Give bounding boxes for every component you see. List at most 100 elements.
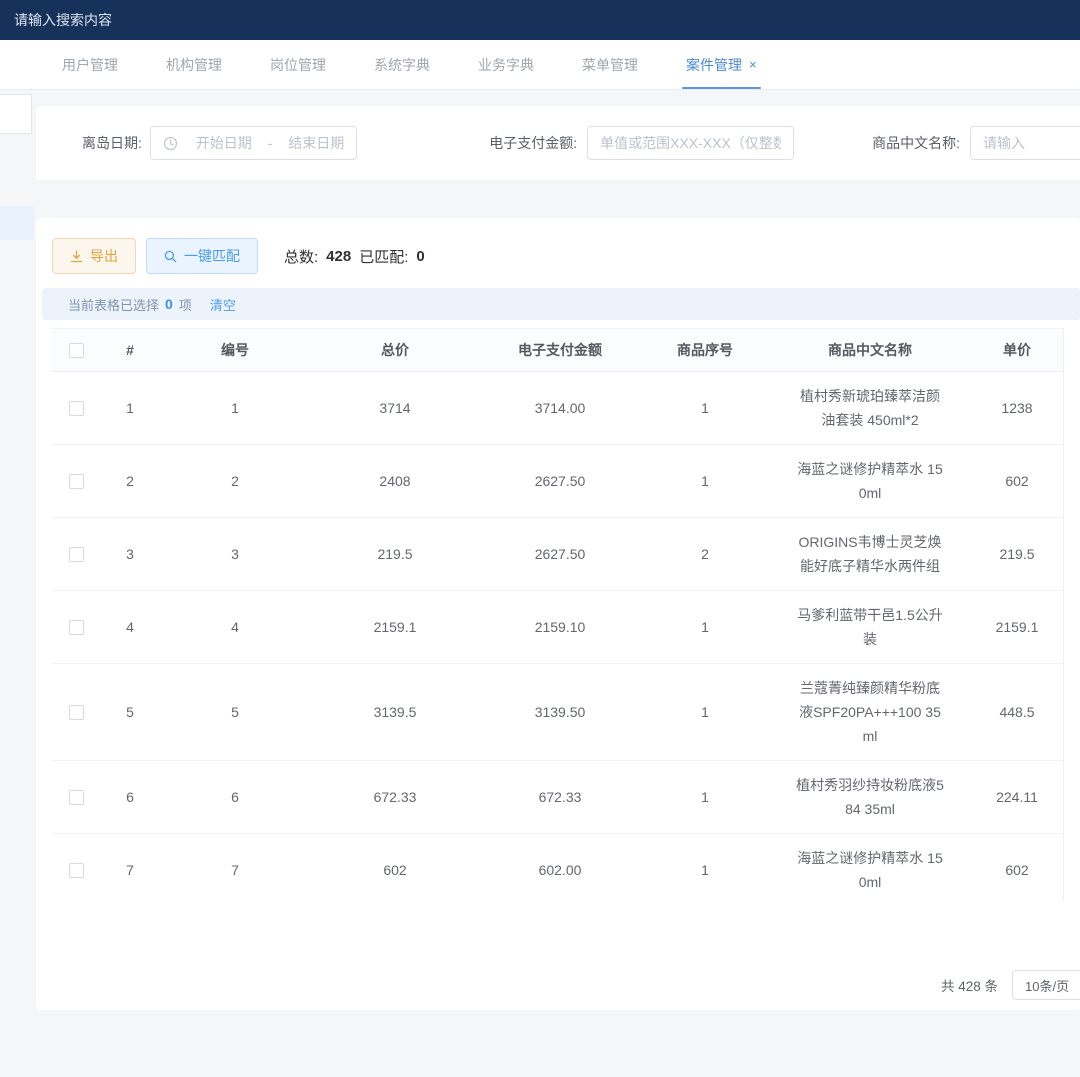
one-click-match-button[interactable]: 一键匹配 [146, 238, 258, 274]
cell-product-name: 植村秀新琥珀臻萃洁颜油套装 450ml*2 [770, 372, 970, 444]
matched-value: 0 [416, 248, 424, 265]
toolbar: 导出 一键匹配 总数:428 已匹配:0 [52, 238, 425, 274]
cell-product-seq: 1 [640, 789, 770, 805]
tab-7[interactable]: 案件管理 × [662, 40, 781, 89]
filter-panel: 离岛日期: 开始日期 - 结束日期 电子支付金额: 商品中文名称: [36, 106, 1080, 180]
app-window: 用户管理 机构管理 岗位管理 系统字典 业务字典 菜单管理 案件管理 × 离岛日… [0, 0, 1080, 1077]
export-button-label: 导出 [90, 246, 118, 266]
cell-index: 1 [100, 400, 160, 416]
tab-label: 岗位管理 [270, 55, 326, 75]
data-table: #编号总价电子支付金额商品序号商品中文名称单价 1 1 3714 3714.00… [52, 328, 1064, 901]
row-checkbox[interactable] [69, 863, 84, 878]
tab-1[interactable]: 用户管理 [38, 40, 142, 89]
cell-epayment-amount: 2627.50 [480, 473, 640, 489]
row-checkbox[interactable] [69, 474, 84, 489]
global-search-input[interactable] [14, 12, 314, 28]
row-checkbox[interactable] [69, 790, 84, 805]
tab-3[interactable]: 岗位管理 [246, 40, 350, 89]
cell-epayment-amount: 2627.50 [480, 546, 640, 562]
cell-code: 6 [160, 789, 310, 805]
selection-info-bar: 当前表格已选择 0 项 清空 [42, 288, 1080, 320]
table-row[interactable]: 3 3 219.5 2627.50 2 ORIGINS韦博士灵芝焕能好底子精华水… [52, 518, 1063, 591]
cell-unit-price: 224.11 [970, 789, 1064, 805]
table-row[interactable]: 6 6 672.33 672.33 1 植村秀羽纱持妆粉底液584 35ml 2… [52, 761, 1063, 834]
cell-epayment-amount: 672.33 [480, 789, 640, 805]
cell-total-price: 672.33 [310, 789, 480, 805]
cell-code: 5 [160, 704, 310, 720]
row-checkbox[interactable] [69, 401, 84, 416]
cell-product-seq: 1 [640, 704, 770, 720]
table-row[interactable]: 4 4 2159.1 2159.10 1 马爹利蓝带干邑1.5公升装 2159.… [52, 591, 1063, 664]
cell-index: 3 [100, 546, 160, 562]
tab-4[interactable]: 系统字典 [350, 40, 454, 89]
cell-total-price: 219.5 [310, 546, 480, 562]
start-date-placeholder[interactable]: 开始日期 [184, 133, 264, 153]
payment-filter-label: 电子支付金额: [489, 133, 577, 153]
cell-epayment-amount: 3714.00 [480, 400, 640, 416]
cell-total-price: 3714 [310, 400, 480, 416]
column-header: # [100, 342, 160, 358]
cell-product-name: 兰蔻菁纯臻颜精华粉底液SPF20PA+++100 35ml [770, 664, 970, 760]
cell-index: 7 [100, 862, 160, 878]
date-range-separator: - [264, 135, 277, 151]
tab-bar: 用户管理 机构管理 岗位管理 系统字典 业务字典 菜单管理 案件管理 × [0, 40, 1080, 90]
tab-2[interactable]: 机构管理 [142, 40, 246, 89]
tab-5[interactable]: 业务字典 [454, 40, 558, 89]
tab-label: 案件管理 [686, 55, 742, 75]
cell-epayment-amount: 602.00 [480, 862, 640, 878]
tab-6[interactable]: 菜单管理 [558, 40, 662, 89]
total-label: 总数: [284, 246, 318, 267]
column-header: 商品序号 [640, 340, 770, 360]
cell-product-seq: 1 [640, 400, 770, 416]
cell-unit-price: 219.5 [970, 546, 1064, 562]
cell-product-name: ORIGINS韦博士灵芝焕能好底子精华水两件组 [770, 518, 970, 590]
search-icon [164, 250, 177, 263]
pagination: 共 428 条 10条/页 [941, 970, 1080, 1000]
case-table-panel: 导出 一键匹配 总数:428 已匹配:0 当前表格已选择 0 项 清空 [36, 218, 1080, 1010]
cell-index: 5 [100, 704, 160, 720]
match-button-label: 一键匹配 [184, 246, 240, 266]
cell-code: 4 [160, 619, 310, 635]
cell-product-seq: 1 [640, 862, 770, 878]
cell-total-price: 3139.5 [310, 704, 480, 720]
date-filter-label: 离岛日期: [82, 133, 142, 153]
table-row[interactable]: 2 2 2408 2627.50 1 海蓝之谜修护精萃水 150ml 602 [52, 445, 1063, 518]
pagination-total: 共 428 条 [941, 975, 998, 995]
end-date-placeholder[interactable]: 结束日期 [276, 133, 356, 153]
select-all-checkbox[interactable] [69, 343, 84, 358]
table-body: 1 1 3714 3714.00 1 植村秀新琥珀臻萃洁颜油套装 450ml*2… [52, 372, 1063, 901]
cell-product-name: 植村秀羽纱持妆粉底液584 35ml [770, 761, 970, 833]
cell-product-name: 海蓝之谜修护精萃水 150ml [770, 445, 970, 517]
product-name-input[interactable] [970, 126, 1080, 160]
table-row[interactable]: 5 5 3139.5 3139.50 1 兰蔻菁纯臻颜精华粉底液SPF20PA+… [52, 664, 1063, 761]
table-row[interactable]: 7 7 602 602.00 1 海蓝之谜修护精萃水 150ml 602 [52, 834, 1063, 901]
payment-amount-input[interactable] [587, 126, 794, 160]
stats-summary: 总数:428 已匹配:0 [284, 246, 425, 267]
cell-index: 6 [100, 789, 160, 805]
cell-unit-price: 448.5 [970, 704, 1064, 720]
tab-label: 业务字典 [478, 55, 534, 75]
cell-unit-price: 602 [970, 862, 1064, 878]
cell-product-seq: 1 [640, 619, 770, 635]
tab-label: 系统字典 [374, 55, 430, 75]
table-header-row: #编号总价电子支付金额商品序号商品中文名称单价 [52, 328, 1063, 372]
row-checkbox[interactable] [69, 705, 84, 720]
download-icon [70, 250, 83, 263]
page-size-select[interactable]: 10条/页 [1012, 970, 1080, 1000]
selection-count: 0 [165, 296, 173, 312]
matched-label: 已匹配: [359, 246, 408, 267]
export-button[interactable]: 导出 [52, 238, 136, 274]
table-row[interactable]: 1 1 3714 3714.00 1 植村秀新琥珀臻萃洁颜油套装 450ml*2… [52, 372, 1063, 445]
date-range-picker[interactable]: 开始日期 - 结束日期 [150, 126, 357, 160]
cell-product-seq: 1 [640, 473, 770, 489]
cell-code: 7 [160, 862, 310, 878]
close-tab-icon[interactable]: × [749, 58, 757, 71]
row-checkbox[interactable] [69, 620, 84, 635]
cell-index: 4 [100, 619, 160, 635]
cell-product-seq: 2 [640, 546, 770, 562]
column-header: 电子支付金额 [480, 340, 640, 360]
row-checkbox[interactable] [69, 547, 84, 562]
clear-selection-link[interactable]: 清空 [210, 295, 236, 314]
cell-total-price: 2159.1 [310, 619, 480, 635]
column-header: 商品中文名称 [770, 340, 970, 360]
